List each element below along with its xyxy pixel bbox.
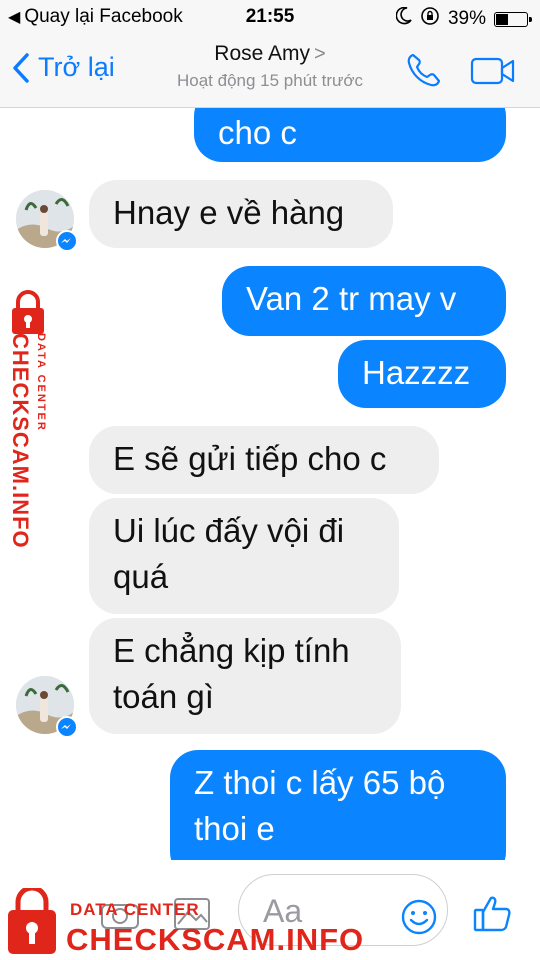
messenger-badge-icon <box>56 230 78 252</box>
message-list[interactable]: cho c Hnay e về hàng Van 2 tr may v Hazz… <box>0 108 540 860</box>
message-text: Hazzzz <box>362 354 471 391</box>
back-button[interactable]: Trở lại <box>12 52 115 83</box>
phone-icon[interactable] <box>404 50 444 90</box>
message-text: Van 2 tr may v <box>246 280 457 317</box>
battery-icon <box>494 11 532 27</box>
smiley-icon[interactable] <box>400 898 438 936</box>
status-indicators: 39% <box>395 6 532 32</box>
message-text: cho c <box>218 114 297 151</box>
battery-percent: 39% <box>447 8 486 29</box>
watermark-side-brand: CHECKSCAM.INFO <box>8 333 33 549</box>
watermark-side: CHECKSCAM.INFO DATA CENTER <box>4 290 60 560</box>
incoming-message[interactable]: E sẽ gửi tiếp cho c <box>89 426 439 494</box>
messenger-badge-icon <box>56 716 78 738</box>
message-text: quá <box>113 558 169 595</box>
message-text: toán gì <box>113 678 214 715</box>
outgoing-message[interactable]: cho c <box>194 108 506 162</box>
orientation-lock-icon <box>420 6 440 32</box>
outgoing-message[interactable]: Hazzzz <box>338 340 506 408</box>
conversation-header: Trở lại Rose Amy > Hoạt động 15 phút trướ… <box>0 34 540 108</box>
contact-name: Rose Amy <box>214 42 310 65</box>
message-text: Hnay e về hàng <box>113 194 345 231</box>
message-text: Ui lúc đấy vội đi <box>113 512 345 549</box>
incoming-message[interactable]: Hnay e về hàng <box>89 180 393 248</box>
chevron-left-icon <box>13 52 29 83</box>
battery-fill <box>496 13 509 25</box>
video-camera-icon[interactable] <box>470 56 516 86</box>
thumbs-up-icon[interactable] <box>472 892 514 934</box>
outgoing-message[interactable]: Z thoi c lấy 65 bộ thoi e <box>170 750 506 860</box>
message-text: E sẽ gửi tiếp cho c <box>113 440 387 477</box>
active-status: Hoạt động 15 phút trước <box>176 71 364 90</box>
watermark-bottom-brand: CHECKSCAM.INFO <box>66 922 365 957</box>
watermark-bottom-tag: DATA CENTER <box>70 900 200 919</box>
status-bar: ◀ Quay lại Facebook 21:55 39% <box>0 0 540 34</box>
watermark-side-tag: DATA CENTER <box>35 333 47 432</box>
message-text: thoi e <box>194 810 275 847</box>
back-label: Trở lại <box>38 52 115 82</box>
watermark-bottom: DATA CENTER CHECKSCAM.INFO <box>0 886 363 960</box>
message-text: E chẳng kịp tính <box>113 632 350 669</box>
incoming-message[interactable]: E chẳng kịp tính toán gì <box>89 618 401 734</box>
moon-icon <box>395 6 412 31</box>
incoming-message[interactable]: Ui lúc đấy vội đi quá <box>89 498 399 614</box>
contact-info[interactable]: Rose Amy > Hoạt động 15 phút trước <box>140 42 400 91</box>
chevron-right-icon: > <box>314 43 326 65</box>
outgoing-message[interactable]: Van 2 tr may v <box>222 266 506 336</box>
message-text: Z thoi c lấy 65 bộ <box>194 764 446 801</box>
